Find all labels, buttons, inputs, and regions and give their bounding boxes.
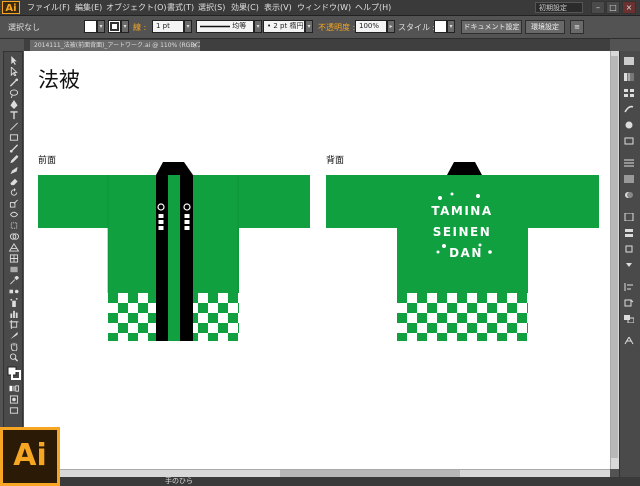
front-center-opening — [168, 175, 180, 341]
graphic-styles-icon[interactable] — [622, 136, 636, 145]
pathfinder-icon[interactable] — [622, 314, 636, 323]
back-print-line-3: DAN — [449, 246, 483, 260]
back-print-line-1: TAMINA — [431, 204, 492, 218]
front-happi[interactable] — [38, 162, 310, 341]
color-panel-icon[interactable] — [622, 56, 636, 65]
symbols-icon[interactable] — [622, 120, 636, 129]
back-print-line-2: SEINEN — [433, 225, 492, 239]
status-bar — [0, 477, 640, 486]
back-collar — [447, 162, 482, 175]
vertical-scroll-thumb[interactable] — [611, 56, 618, 458]
horizontal-scroll-thumb[interactable] — [280, 470, 460, 477]
brushes-icon[interactable] — [622, 104, 636, 113]
current-tool-status: 手のひら — [165, 477, 193, 485]
transparency-panel-icon[interactable] — [622, 190, 636, 199]
back-happi[interactable]: TAMINA SEINEN DAN — [326, 162, 599, 341]
gradient-panel-icon[interactable] — [622, 174, 636, 183]
stroke-panel-icon[interactable] — [622, 158, 636, 167]
color-guide-icon[interactable] — [622, 72, 636, 81]
artboards-icon[interactable] — [622, 244, 636, 253]
layers-icon[interactable] — [622, 228, 636, 237]
front-left-sleeve — [38, 175, 110, 228]
happi-artwork: TAMINA SEINEN DAN — [38, 162, 599, 341]
panel-collapse-icon[interactable] — [622, 260, 636, 269]
transform-panel-icon[interactable] — [622, 298, 636, 307]
appearance-panel-icon[interactable] — [622, 212, 636, 221]
front-right-sleeve — [237, 175, 310, 228]
back-checker-hem — [397, 293, 528, 341]
character-panel-icon[interactable] — [622, 336, 636, 345]
illustrator-logo-icon: Ai — [0, 427, 60, 486]
swatches-icon[interactable] — [622, 88, 636, 97]
align-panel-icon[interactable] — [622, 282, 636, 291]
